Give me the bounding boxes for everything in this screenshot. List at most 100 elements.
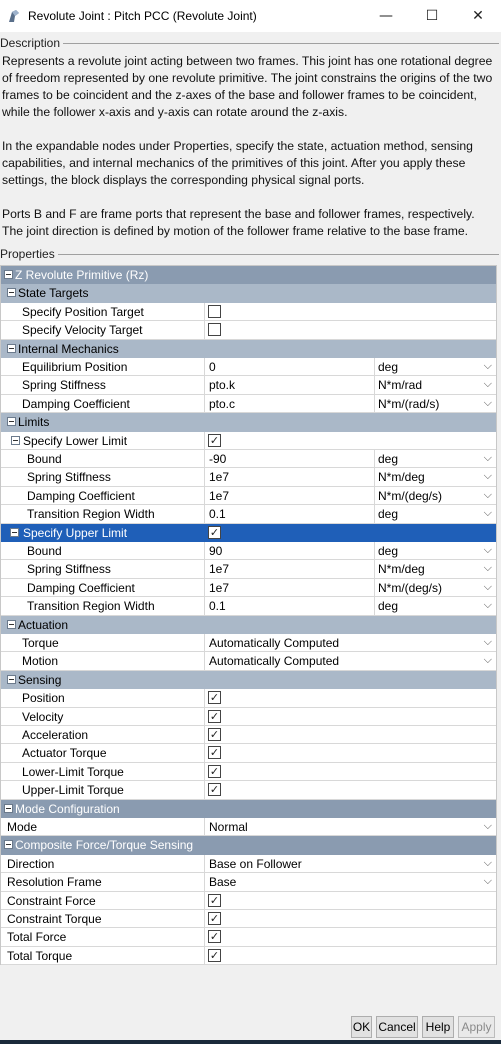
property-checkbox-cell[interactable] — [205, 321, 496, 340]
property-value-field[interactable]: pto.c — [205, 394, 375, 414]
property-checkbox-cell[interactable]: ✓ — [205, 726, 496, 745]
unit-dropdown[interactable]: N*m/(rad/s) ⌵ — [375, 395, 496, 414]
unit-dropdown[interactable]: deg ⌵ — [375, 358, 496, 377]
checkbox-checked[interactable]: ✓ — [208, 525, 221, 539]
unit-dropdown[interactable]: deg ⌵ — [375, 597, 496, 616]
chevron-down-icon[interactable]: ⌵ — [484, 506, 492, 520]
checkbox-checked[interactable]: ✓ — [208, 433, 221, 447]
property-checkbox-cell[interactable]: ✓ — [205, 708, 496, 726]
property-value-field[interactable]: 1e7 — [205, 468, 375, 487]
property-dropdown[interactable]: Base ⌵ — [205, 873, 496, 892]
checkbox-checked[interactable]: ✓ — [208, 709, 221, 723]
property-value-field[interactable]: 1e7 — [205, 560, 375, 579]
property-checkbox-cell[interactable]: ✓ — [205, 892, 496, 910]
chevron-down-icon[interactable]: ⌵ — [484, 819, 492, 833]
checkbox-checked[interactable]: ✓ — [208, 764, 221, 778]
checkbox-checked[interactable]: ✓ — [208, 912, 221, 925]
collapse-icon[interactable] — [4, 840, 13, 850]
collapse-icon[interactable] — [4, 270, 13, 279]
property-checkbox-cell[interactable]: ✓ — [205, 947, 496, 966]
chevron-down-icon[interactable]: ⌵ — [484, 396, 492, 410]
property-checkbox-cell[interactable]: ✓ — [205, 781, 496, 800]
chevron-down-icon[interactable]: ⌵ — [484, 561, 492, 575]
property-checkbox-cell[interactable]: ✓ — [205, 432, 496, 450]
property-checkbox-cell[interactable]: ✓ — [205, 524, 496, 542]
maximize-button[interactable]: ☐ — [409, 0, 455, 32]
checkbox-unchecked[interactable] — [208, 304, 221, 318]
checkbox-unchecked[interactable] — [208, 323, 221, 337]
collapse-icon[interactable] — [7, 343, 16, 353]
cancel-button[interactable]: Cancel — [376, 1016, 418, 1038]
property-dropdown[interactable]: Normal ⌵ — [205, 818, 496, 837]
property-value-field[interactable]: -90 — [205, 450, 375, 469]
checkbox-checked[interactable]: ✓ — [208, 948, 221, 962]
checkbox-checked[interactable]: ✓ — [208, 783, 221, 797]
chevron-down-icon[interactable]: ⌵ — [484, 580, 492, 594]
apply-button[interactable]: Apply — [458, 1016, 495, 1038]
chevron-down-icon[interactable]: ⌵ — [484, 451, 492, 465]
collapse-icon[interactable] — [4, 803, 13, 813]
property-row[interactable]: Internal Mechanics — [1, 339, 496, 358]
unit-dropdown[interactable]: N*m/deg ⌵ — [375, 560, 496, 579]
chevron-down-icon[interactable]: ⌵ — [484, 377, 492, 391]
property-value-field[interactable]: pto.k — [205, 376, 375, 395]
property-dropdown[interactable]: Automatically Computed ⌵ — [205, 652, 496, 671]
property-value-field[interactable]: 1e7 — [205, 578, 375, 598]
property-row[interactable]: Composite Force/Torque Sensing — [1, 836, 496, 855]
unit-dropdown[interactable]: deg ⌵ — [375, 542, 496, 561]
checkbox-checked[interactable]: ✓ — [208, 746, 221, 760]
properties-grid[interactable]: Z Revolute Primitive (Rz) State Targets Sp… — [0, 265, 497, 966]
chevron-down-icon[interactable]: ⌵ — [484, 635, 492, 649]
property-value-field[interactable]: 0.1 — [205, 505, 375, 524]
property-checkbox-cell[interactable]: ✓ — [205, 744, 496, 763]
property-dropdown[interactable]: Automatically Computed ⌵ — [205, 634, 496, 653]
help-button[interactable]: Help — [422, 1016, 454, 1038]
property-row[interactable]: Z Revolute Primitive (Rz) — [1, 266, 496, 285]
checkbox-checked[interactable]: ✓ — [208, 893, 221, 907]
close-button[interactable]: ✕ — [455, 0, 501, 32]
chevron-down-icon[interactable]: ⌵ — [484, 469, 492, 483]
property-checkbox-cell[interactable]: ✓ — [205, 689, 496, 708]
property-checkbox-cell[interactable]: ✓ — [205, 928, 496, 947]
chevron-down-icon[interactable]: ⌵ — [484, 874, 492, 888]
chevron-down-icon[interactable]: ⌵ — [484, 488, 492, 502]
collapse-icon[interactable] — [7, 417, 16, 427]
chevron-down-icon[interactable]: ⌵ — [484, 543, 492, 557]
chevron-down-icon[interactable]: ⌵ — [484, 856, 492, 870]
checkbox-checked[interactable]: ✓ — [208, 728, 221, 741]
collapse-icon[interactable] — [7, 674, 16, 684]
collapse-icon[interactable] — [7, 288, 16, 298]
property-row[interactable]: Actuation — [1, 615, 496, 634]
unit-dropdown[interactable]: N*m/deg ⌵ — [375, 468, 496, 487]
collapse-icon[interactable] — [11, 435, 20, 445]
property-checkbox-cell[interactable]: ✓ — [205, 763, 496, 782]
checkbox-checked[interactable]: ✓ — [208, 930, 221, 944]
property-row[interactable]: Sensing — [1, 670, 496, 690]
unit-dropdown[interactable]: N*m/(deg/s) ⌵ — [375, 487, 496, 506]
chevron-down-icon[interactable]: ⌵ — [484, 359, 492, 373]
chevron-down-icon[interactable]: ⌵ — [484, 598, 492, 612]
ok-button[interactable]: OK — [351, 1016, 372, 1038]
property-checkbox-cell[interactable]: ✓ — [205, 910, 496, 929]
collapse-icon[interactable] — [10, 527, 19, 537]
property-value-field[interactable]: 90 — [205, 542, 375, 561]
property-name-cell: Resolution Frame — [1, 873, 205, 892]
property-value-field[interactable]: 1e7 — [205, 486, 375, 506]
property-row[interactable]: State Targets — [1, 284, 496, 303]
property-row: Equilibrium Position 0 deg ⌵ — [1, 358, 496, 377]
property-dropdown[interactable]: Base on Follower ⌵ — [205, 855, 496, 874]
unit-dropdown[interactable]: deg ⌵ — [375, 450, 496, 469]
unit-dropdown[interactable]: N*m/rad ⌵ — [375, 376, 496, 395]
collapse-icon[interactable] — [7, 619, 16, 629]
property-value: Normal — [209, 820, 248, 834]
property-value-field[interactable]: 0 — [205, 358, 375, 377]
minimize-button[interactable]: — — [363, 0, 409, 32]
property-value-field[interactable]: 0.1 — [205, 597, 375, 616]
chevron-down-icon[interactable]: ⌵ — [484, 653, 492, 667]
property-row[interactable]: Limits — [1, 413, 496, 432]
property-checkbox-cell[interactable] — [205, 303, 496, 322]
unit-dropdown[interactable]: deg ⌵ — [375, 505, 496, 524]
checkbox-checked[interactable]: ✓ — [208, 691, 221, 705]
unit-dropdown[interactable]: N*m/(deg/s) ⌵ — [375, 579, 496, 598]
property-row[interactable]: Mode Configuration — [1, 799, 496, 818]
